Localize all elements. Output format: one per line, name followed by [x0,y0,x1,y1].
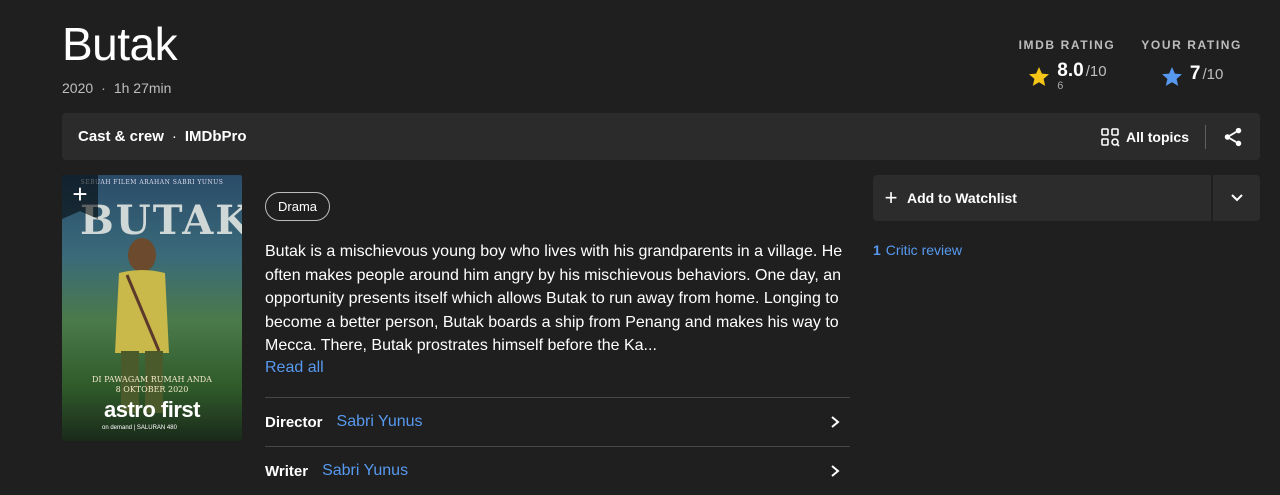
watchlist-label: Add to Watchlist [907,190,1017,206]
star-icon [1161,67,1182,86]
credit-row-director[interactable]: Director Sabri Yunus [265,397,850,446]
meta-separator: · [101,80,106,96]
imdb-rating-label: IMDb RATING [1018,38,1116,52]
critic-review-link[interactable]: 1 Critic review [873,242,962,258]
imdbpro-link[interactable]: IMDbPro [185,128,247,145]
credit-value-link[interactable]: Sabri Yunus [337,413,423,431]
title-meta: 2020 · 1h 27min [62,80,171,96]
genre-chip[interactable]: Drama [265,192,331,221]
plot-summary: Butak is a mischievous young boy who liv… [265,243,843,354]
your-score: 7 [1189,63,1201,84]
credit-value-link[interactable]: Sabri Yunus [322,462,408,480]
your-rating-label: YOUR RATING [1141,38,1242,52]
watchlist-control: + Add to Watchlist [873,175,1260,221]
your-rating[interactable]: YOUR RATING 7/10 [1141,38,1242,92]
share-icon[interactable] [1222,126,1244,148]
cast-crew-link[interactable]: Cast & crew [78,128,164,145]
ratings-bar: IMDb RATING 8.0/10 6 YOUR RATING 7/10 [1019,38,1242,92]
critic-label: Critic review [885,242,963,258]
all-topics-button[interactable]: All topics [1100,127,1189,147]
credit-label: Director [265,413,323,431]
runtime: 1h 27min [113,80,172,96]
imdb-rating[interactable]: IMDb RATING 8.0/10 6 [1019,38,1116,92]
critic-count: 1 [873,242,881,258]
page-title: Butak [62,18,178,70]
your-score-denominator: /10 [1202,66,1224,83]
divider [1205,124,1206,149]
release-year[interactable]: 2020 [62,80,93,96]
poster-brand: astro first [104,397,200,422]
credit-label: Writer [265,462,309,480]
star-icon [1029,67,1050,86]
watchlist-dropdown-button[interactable] [1213,175,1260,221]
subnav-separator: · [171,128,177,145]
poster-date: DI PAWAGAM RUMAH ANDA 8 OKTOBER 2020 [92,375,212,394]
grid-icon [1101,127,1120,147]
all-topics-label: All topics [1125,128,1189,145]
read-all-link[interactable]: Read all [265,359,324,377]
imdb-score: 8.0 [1057,60,1084,81]
chevron-right-icon [831,465,840,477]
poster-sub: on demand | SALURAN 480 [102,425,177,431]
plus-icon: + [884,185,898,210]
add-to-watchlist-button[interactable]: + Add to Watchlist [873,175,1211,221]
chevron-right-icon [831,416,840,428]
chevron-down-icon [1230,194,1243,202]
credit-row-writer[interactable]: Writer Sabri Yunus [265,446,850,495]
imdb-score-denominator: /10 [1085,63,1107,80]
sub-navigation: Cast & crew · IMDbPro All topics [62,113,1260,160]
